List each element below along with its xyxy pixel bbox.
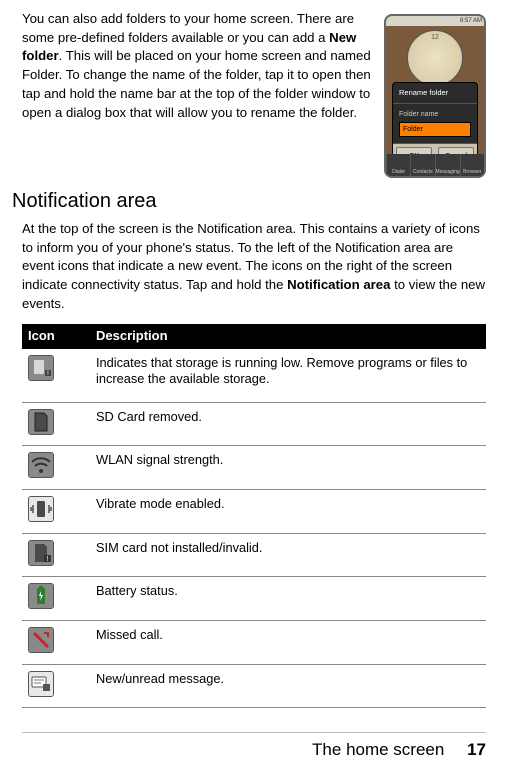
dialog-field-label: Folder name [399, 110, 471, 119]
table-row: WLAN signal strength. [22, 446, 486, 490]
svg-text:!: ! [47, 556, 49, 563]
dock-messaging[interactable]: Messaging [435, 154, 460, 176]
dialog-title: Rename folder [393, 83, 477, 104]
phone-statusbar: 8:57 AM [386, 16, 484, 26]
row-desc: Indicates that storage is running low. R… [90, 349, 486, 403]
table-row: ! SIM card not installed/invalid. [22, 533, 486, 577]
storage-low-icon: ! [28, 355, 54, 381]
clock-12-label: 12 [431, 33, 439, 42]
row-desc: SD Card removed. [90, 402, 486, 446]
th-icon: Icon [22, 324, 90, 349]
page-footer: The home screen 17 [312, 739, 486, 761]
phone-clock-widget: 12 [407, 30, 463, 86]
footer-rule [22, 732, 486, 733]
phone-mockup: 8:57 AM 12 Rename folder Folder name Fol… [384, 14, 486, 178]
section-heading: Notification area [12, 188, 486, 214]
table-row: Vibrate mode enabled. [22, 490, 486, 534]
footer-page-number: 17 [467, 740, 486, 759]
row-desc: WLAN signal strength. [90, 446, 486, 490]
sd-removed-icon [28, 409, 54, 435]
table-row: Missed call. [22, 620, 486, 664]
footer-title: The home screen [312, 740, 444, 759]
phone-status-time: 8:57 AM [460, 16, 482, 26]
dock-dialer[interactable]: Dialer [386, 154, 410, 176]
body-paragraph: At the top of the screen is the Notifica… [22, 220, 486, 314]
dialog-folder-name-input[interactable]: Folder [399, 122, 471, 137]
table-row: SD Card removed. [22, 402, 486, 446]
intro-text-1: You can also add folders to your home sc… [22, 11, 354, 45]
body-bold: Notification area [287, 277, 390, 292]
row-desc: SIM card not installed/invalid. [90, 533, 486, 577]
new-message-icon [28, 671, 54, 697]
row-desc: Battery status. [90, 577, 486, 621]
sim-invalid-icon: ! [28, 540, 54, 566]
dock-contacts[interactable]: Contacts [410, 154, 434, 176]
row-desc: Vibrate mode enabled. [90, 490, 486, 534]
vibrate-icon [28, 496, 54, 522]
table-row: New/unread message. [22, 664, 486, 708]
phone-dock: Dialer Contacts Messaging Browser [386, 154, 484, 176]
row-desc: Missed call. [90, 620, 486, 664]
missed-call-icon [28, 627, 54, 653]
table-row: Battery status. [22, 577, 486, 621]
intro-text-2: . This will be placed on your home scree… [22, 48, 371, 119]
icon-description-table: Icon Description ! Indicates that storag… [22, 324, 486, 709]
table-row: ! Indicates that storage is running low.… [22, 349, 486, 403]
th-description: Description [90, 324, 486, 349]
row-desc: New/unread message. [90, 664, 486, 708]
wlan-icon [28, 452, 54, 478]
battery-icon [28, 583, 54, 609]
dock-browser[interactable]: Browser [460, 154, 484, 176]
phone-home: 12 Rename folder Folder name Folder OK C… [386, 26, 484, 176]
